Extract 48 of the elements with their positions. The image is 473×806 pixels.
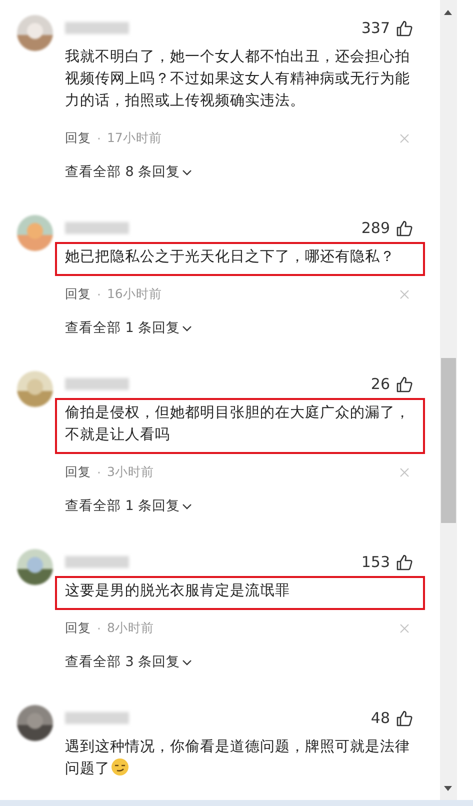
reply-link[interactable]: 回复 <box>65 130 91 147</box>
separator-dot: · <box>97 287 101 302</box>
blurred-username <box>65 22 129 34</box>
timestamp: 3小时前 <box>106 464 154 481</box>
close-icon[interactable] <box>400 468 409 477</box>
scrollbar-thumb[interactable] <box>441 358 456 523</box>
chevron-down-icon <box>182 324 192 332</box>
timestamp: 16小时前 <box>106 286 162 303</box>
reply-link[interactable]: 回复 <box>65 464 91 481</box>
thumbs-up-icon <box>396 376 413 392</box>
comment-text: 我就不明白了，她一个女人都不怕出丑，还会担心拍视频传网上吗？不过如果这女人有精神病或无行为能力的话，拍照或上传视频确实违法。 <box>64 47 411 111</box>
thumbs-up-icon <box>396 710 413 726</box>
scroll-up-icon[interactable] <box>444 10 452 15</box>
timestamp: 8小时前 <box>106 620 154 637</box>
comment-text: 偷拍是侵权，但她都明目张胆的在大庭广众的漏了，不就是让人看吗 <box>55 398 425 454</box>
comment-text: 遇到这种情况，你偷看是道德问题，牌照可就是法律问题了 <box>64 737 411 779</box>
like-button[interactable]: 289 <box>361 219 413 237</box>
timestamp: 17小时前 <box>106 130 162 147</box>
like-button[interactable]: 337 <box>361 19 413 37</box>
thumbs-up-icon <box>396 554 413 570</box>
like-button[interactable]: 153 <box>361 553 413 571</box>
blurred-username <box>65 378 129 390</box>
blurred-username <box>65 712 129 724</box>
close-icon[interactable] <box>400 134 409 143</box>
like-button[interactable]: 48 <box>370 709 413 727</box>
reply-link[interactable]: 回复 <box>65 620 91 637</box>
close-icon[interactable] <box>400 624 409 633</box>
view-replies-link[interactable]: 查看全部 8 条回复 <box>65 163 192 181</box>
blurred-username <box>65 222 129 234</box>
chevron-down-icon <box>182 658 192 666</box>
reply-link[interactable]: 回复 <box>65 286 91 303</box>
like-button[interactable]: 26 <box>370 375 413 393</box>
comment-text: 这要是男的脱光衣服肯定是流氓罪 <box>55 576 425 610</box>
view-replies-link[interactable]: 查看全部 1 条回复 <box>65 319 192 337</box>
separator-dot: · <box>97 621 101 636</box>
thumbs-up-icon <box>396 20 413 36</box>
comment-text: 她已把隐私公之于光天化日之下了，哪还有隐私？ <box>55 242 425 276</box>
chevron-down-icon <box>182 502 192 510</box>
view-replies-link[interactable]: 查看全部 1 条回复 <box>65 497 192 515</box>
blurred-username <box>65 556 129 568</box>
chevron-down-icon <box>182 168 192 176</box>
scrollbar[interactable] <box>440 0 457 800</box>
close-icon[interactable] <box>400 290 409 299</box>
view-replies-link[interactable]: 查看全部 3 条回复 <box>65 653 192 671</box>
separator-dot: · <box>97 465 101 480</box>
thumbs-up-icon <box>396 220 413 236</box>
scroll-down-icon[interactable] <box>444 786 452 791</box>
separator-dot: · <box>97 131 101 146</box>
